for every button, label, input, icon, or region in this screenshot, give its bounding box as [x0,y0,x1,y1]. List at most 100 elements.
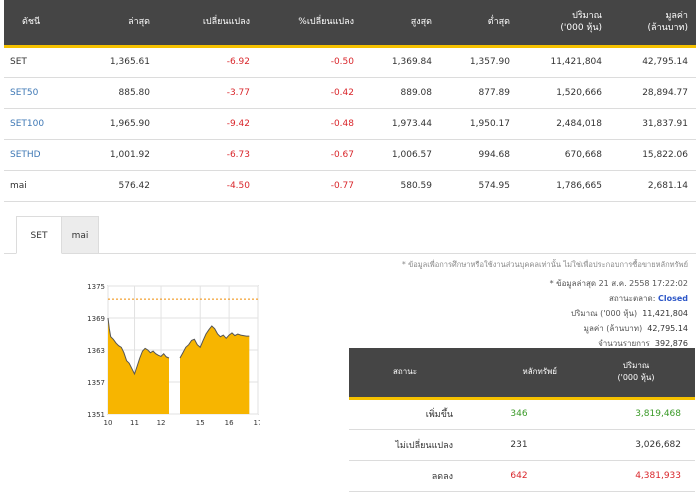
cell-pct-change: -0.67 [258,139,362,171]
unchanged-count: 231 [461,429,577,461]
table-row: SET 1,365.61 -6.92 -0.50 1,369.84 1,357.… [4,46,696,78]
chart-x-tick-label: 16 [225,419,234,426]
cell-high: 889.08 [362,77,440,109]
header-index[interactable]: ดัชนี [4,0,82,48]
disclaimer-text: * ข้อมูลเพื่อการศึกษาหรือใช้งานส่วนบุคคล… [401,260,688,269]
status-unchanged-label: ไม่เปลี่ยนแปลง [349,429,461,461]
cell-change: -6.92 [158,46,258,78]
cell-last: 1,365.61 [82,46,158,78]
cell-value: 2,681.14 [610,170,696,202]
volume-label: ปริมาณ ('000 หุ้น) [570,309,638,318]
table-row: ลดลง 642 4,381,933 [349,460,695,492]
chart-y-tick-label: 1363 [87,347,105,355]
cell-pct-change: -0.42 [258,77,362,109]
cell-value: 42,795.14 [610,46,696,78]
header-high[interactable]: สูงสุด [362,0,440,48]
cell-low: 574.95 [440,170,518,202]
table-row: SET100 1,965.90 -9.42 -0.48 1,973.44 1,9… [4,108,696,140]
cell-change: -4.50 [158,170,258,202]
header-adv-volume: ปริมาณ ('000 หุ้น) [577,348,695,400]
trades-value: 392,876 [654,339,688,348]
table-row: เพิ่มขึ้น 346 3,819,468 [349,398,695,430]
cell-volume: 1,520,666 [518,77,610,109]
chart-x-tick-label: 12 [157,419,166,426]
chart-y-tick-label: 1369 [87,315,105,323]
chart-x-tick-label: 11 [130,419,139,426]
cell-last: 1,965.90 [82,108,158,140]
status-up-label: เพิ่มขึ้น [349,398,461,430]
cell-volume: 11,421,804 [518,46,610,78]
header-change[interactable]: เปลี่ยนแปลง [158,0,258,48]
unchanged-volume: 3,026,682 [577,429,695,461]
value-label: มูลค่า (ล้านบาท) [583,324,643,333]
table-row: SETHD 1,001.92 -6.73 -0.67 1,006.57 994.… [4,139,696,171]
header-volume[interactable]: ปริมาณ ('000 หุ้น) [518,0,610,48]
header-value[interactable]: มูลค่า (ล้านบาท) [610,0,696,48]
intraday-chart: 1375 1369 1363 1357 135110 11 12 15 16 17 [87,283,260,426]
cell-last: 576.42 [82,170,158,202]
index-link-set50[interactable]: SET50 [4,77,82,109]
adv-header: สถานะ หลักทรัพย์ ปริมาณ ('000 หุ้น) [349,348,695,400]
cell-low: 994.68 [440,139,518,171]
cell-value: 15,822.06 [610,139,696,171]
chart-y-tick-label: 1351 [87,411,105,419]
market-status-label: สถานะตลาด: [608,294,656,303]
cell-low: 877.89 [440,77,518,109]
chart-x-tick-label: 15 [196,419,205,426]
table-row: mai 576.42 -4.50 -0.77 580.59 574.95 1,7… [4,170,696,202]
market-status-line: สถานะตลาด: Closed [609,292,688,305]
cell-high: 1,369.84 [362,46,440,78]
header-low[interactable]: ต่ำสุด [440,0,518,48]
cell-change: -6.73 [158,139,258,171]
cell-low: 1,950.17 [440,108,518,140]
cell-last: 885.80 [82,77,158,109]
up-count: 346 [461,398,577,430]
market-tabs: SET mai [4,216,696,254]
cell-volume: 1,786,665 [518,170,610,202]
trades-label: จำนวนรายการ [598,339,650,348]
header-status: สถานะ [349,348,461,400]
index-table-header: ดัชนี ล่าสุด เปลี่ยนแปลง %เปลี่ยนแปลง สู… [4,0,696,48]
advance-decline-table: สถานะ หลักทรัพย์ ปริมาณ ('000 หุ้น) เพิ่… [349,348,695,492]
cell-high: 580.59 [362,170,440,202]
cell-pct-change: -0.50 [258,46,362,78]
cell-pct-change: -0.77 [258,170,362,202]
down-count: 642 [461,460,577,492]
index-link-set100[interactable]: SET100 [4,108,82,140]
cell-high: 1,006.57 [362,139,440,171]
down-volume: 4,381,933 [577,460,695,492]
cell-value: 31,837.91 [610,108,696,140]
market-status-badge: Closed [657,294,688,303]
chart-x-tick-label: 17 [254,419,260,426]
chart-y-tick-label: 1375 [87,283,105,291]
table-row: SET50 885.80 -3.77 -0.42 889.08 877.89 1… [4,77,696,109]
index-name: mai [4,170,82,202]
value-line: มูลค่า (ล้านบาท) 42,795.14 [584,322,688,335]
index-link-sethd[interactable]: SETHD [4,139,82,171]
cell-last: 1,001.92 [82,139,158,171]
cell-high: 1,973.44 [362,108,440,140]
volume-value: 11,421,804 [642,309,688,318]
up-volume: 3,819,468 [577,398,695,430]
cell-volume: 670,668 [518,139,610,171]
header-pct-change[interactable]: %เปลี่ยนแปลง [258,0,362,48]
tab-set[interactable]: SET [16,216,62,254]
cell-pct-change: -0.48 [258,108,362,140]
table-row: ไม่เปลี่ยนแปลง 231 3,026,682 [349,429,695,461]
index-name: SET [4,46,82,78]
cell-low: 1,357.90 [440,46,518,78]
status-down-label: ลดลง [349,460,461,492]
cell-value: 28,894.77 [610,77,696,109]
value-value: 42,795.14 [647,324,688,333]
chart-x-tick-label: 10 [104,419,113,426]
index-table: ดัชนี ล่าสุด เปลี่ยนแปลง %เปลี่ยนแปลง สู… [4,0,696,202]
chart-y-tick-label: 1357 [87,379,105,387]
cell-volume: 2,484,018 [518,108,610,140]
last-updated: * ข้อมูลล่าสุด 21 ส.ค. 2558 17:22:02 [549,279,688,288]
cell-change: -9.42 [158,108,258,140]
tab-mai[interactable]: mai [62,216,99,254]
cell-change: -3.77 [158,77,258,109]
header-last[interactable]: ล่าสุด [82,0,158,48]
volume-line: ปริมาณ ('000 หุ้น) 11,421,804 [571,307,688,320]
header-securities: หลักทรัพย์ [461,348,577,400]
